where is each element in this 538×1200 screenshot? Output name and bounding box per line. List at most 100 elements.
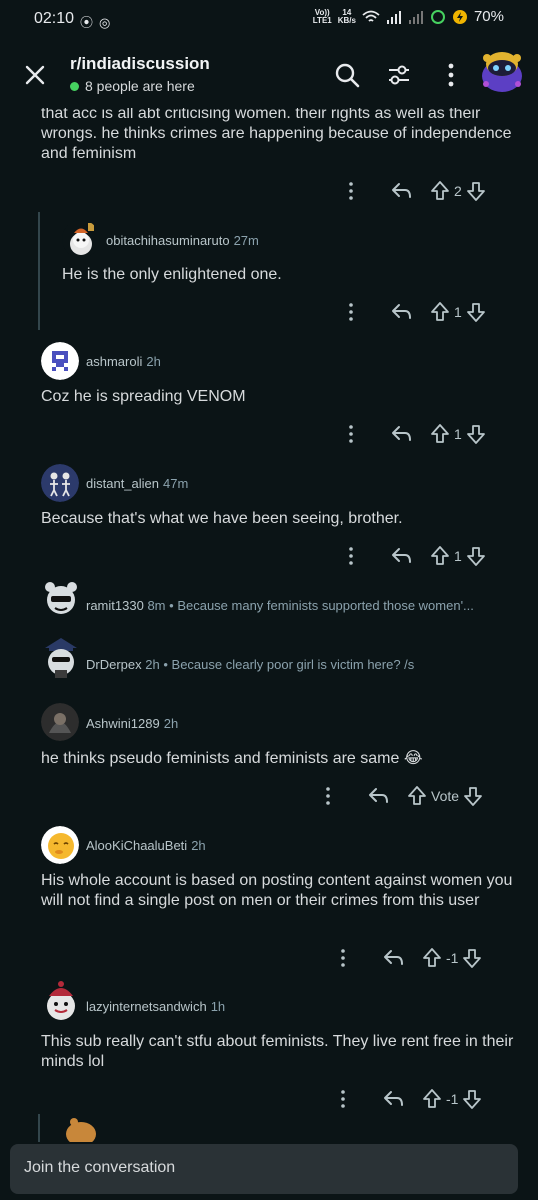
comment-action-bar: -1 [333, 945, 483, 971]
battery-level: 70% [473, 8, 504, 25]
downvote-icon[interactable] [461, 946, 483, 970]
username-text[interactable]: distant_alien [86, 476, 159, 491]
username-text[interactable]: Ashwini1289 [86, 716, 160, 731]
username-text[interactable]: AlooKiChaaluBeti [86, 838, 187, 853]
comment-age: 2h [146, 354, 161, 369]
more-options-icon[interactable] [341, 300, 361, 324]
username-text[interactable]: lazyinternetsandwich [86, 999, 207, 1014]
collapsed-comment-line[interactable]: ramit1330 8m • Because many feminists su… [86, 598, 474, 613]
vote-count: 1 [454, 548, 462, 564]
comment-age: 2h [145, 657, 160, 672]
downvote-icon[interactable] [465, 422, 487, 446]
thread-line[interactable] [38, 1114, 40, 1142]
avatar[interactable] [41, 634, 81, 682]
vote-count: -1 [446, 950, 459, 966]
user-avatar-icon[interactable] [478, 46, 526, 96]
downvote-icon[interactable] [465, 544, 487, 568]
username[interactable]: AlooKiChaaluBeti 2h [86, 838, 206, 853]
downvote-icon[interactable] [465, 179, 487, 203]
sync-icon: ⦿ [80, 15, 100, 30]
comment-body: This sub really can't stfu about feminis… [41, 1033, 514, 1070]
signal-icon [386, 10, 401, 24]
username-text[interactable]: DrDerpex [86, 657, 142, 672]
vote-count: 2 [454, 183, 462, 199]
comment-age: 8m [147, 598, 166, 613]
username[interactable]: obitachihasuminaruto 27m [106, 233, 259, 248]
parent-action-bar: 2 [341, 178, 487, 204]
comment-body: He is the only enlightened one. [62, 266, 282, 283]
comment-action-bar: Vote [318, 783, 484, 809]
thread-line[interactable] [38, 212, 40, 330]
comment-age: 2h [191, 838, 206, 853]
upvote-icon[interactable] [421, 946, 443, 970]
username[interactable]: lazyinternetsandwich 1h [86, 999, 225, 1014]
avatar[interactable] [41, 464, 79, 502]
downvote-icon[interactable] [465, 300, 487, 324]
more-options-icon[interactable] [318, 784, 338, 808]
avatar[interactable] [41, 342, 79, 380]
reply-icon[interactable] [389, 179, 413, 203]
collapsed-comment-line[interactable]: DrDerpex 2h • Because clearly poor girl … [86, 657, 414, 672]
more-options-icon[interactable] [444, 62, 458, 88]
subreddit-title[interactable]: r/indiadiscussion [70, 54, 210, 74]
reply-icon[interactable] [389, 422, 413, 446]
upvote-icon[interactable] [429, 422, 451, 446]
sort-filter-icon[interactable] [386, 62, 412, 88]
upvote-icon[interactable] [429, 544, 451, 568]
downvote-icon[interactable] [461, 1087, 483, 1111]
reply-icon[interactable] [366, 784, 390, 808]
status-right: Vo)) LTE1 14 KB/s 70% [313, 8, 504, 25]
avatar[interactable] [41, 826, 79, 864]
search-icon[interactable] [334, 62, 360, 88]
username-text[interactable]: ashmaroli [86, 354, 142, 369]
partial-avatar[interactable] [62, 1116, 100, 1142]
username[interactable]: distant_alien 47m [86, 476, 188, 491]
username-text[interactable]: ramit1330 [86, 598, 144, 613]
comment-snippet: Because many feminists supported those w… [177, 598, 474, 613]
avatar[interactable] [41, 978, 81, 1026]
more-options-icon[interactable] [341, 422, 361, 446]
network-indicator: Vo)) LTE1 [312, 8, 332, 25]
comment-body: Because that's what we have been seeing,… [41, 510, 403, 527]
avatar[interactable] [41, 578, 81, 622]
avatar[interactable] [62, 220, 100, 258]
vote-count: Vote [431, 788, 460, 804]
username[interactable]: Ashwini1289 2h [86, 716, 178, 731]
comment-action-bar: 1 [341, 543, 487, 569]
downvote-icon[interactable] [462, 784, 484, 808]
reply-icon[interactable] [381, 1087, 405, 1111]
online-text: 8 people are here [85, 78, 195, 94]
vote-count: 1 [454, 426, 462, 442]
reply-icon[interactable] [389, 300, 413, 324]
more-options-icon[interactable] [341, 544, 361, 568]
app-icon: ◎ [99, 15, 117, 30]
comment-action-bar: -1 [333, 1086, 483, 1112]
reply-icon[interactable] [389, 544, 413, 568]
speed-indicator: 14 KB/s [338, 8, 356, 25]
avatar[interactable] [41, 703, 79, 741]
separator-dot: • [163, 657, 168, 672]
upvote-icon[interactable] [421, 1087, 443, 1111]
comment-body: he thinks pseudo feminists and feminists… [41, 750, 423, 767]
username[interactable]: ashmaroli 2h [86, 354, 161, 369]
comment-age: 1h [210, 999, 226, 1014]
more-options-icon[interactable] [333, 946, 353, 970]
more-options-icon[interactable] [341, 179, 361, 203]
online-count: 8 people are here [70, 78, 195, 94]
separator-dot: • [169, 598, 174, 613]
upvote-icon[interactable] [429, 179, 451, 203]
upvote-icon[interactable] [406, 784, 428, 808]
comment-action-bar: 1 [341, 299, 487, 325]
online-dot [70, 81, 79, 91]
net-bottom: LTE1 [312, 15, 332, 25]
more-options-icon[interactable] [333, 1087, 353, 1111]
upvote-icon[interactable] [429, 300, 451, 324]
reply-icon[interactable] [381, 946, 405, 970]
comment-body: Coz he is spreading VENOM [41, 388, 246, 405]
comment-age: 47m [163, 476, 189, 491]
close-icon[interactable] [24, 64, 46, 86]
comment-age: 27m [233, 233, 259, 248]
comment-action-bar: 1 [341, 421, 487, 447]
username-text[interactable]: obitachihasuminaruto [106, 233, 230, 248]
reply-input[interactable]: Join the conversation [10, 1144, 518, 1194]
